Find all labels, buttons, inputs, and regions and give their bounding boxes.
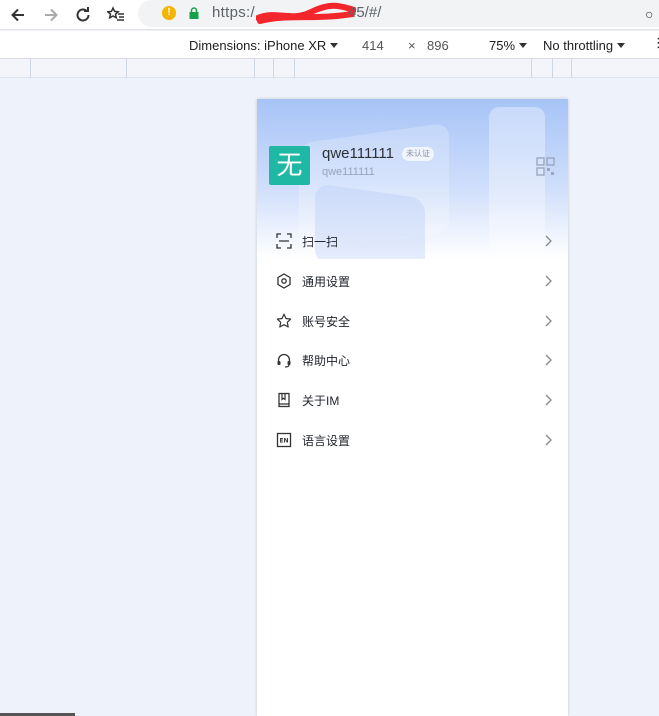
avatar[interactable]: 无 [269, 146, 310, 185]
arrow-right-icon [45, 8, 58, 22]
menu-item-about[interactable]: 关于IM [257, 381, 568, 421]
svg-text:EN: EN [279, 438, 288, 445]
star-icon [276, 313, 292, 328]
dropdown-arrow-icon [330, 43, 339, 48]
lock-icon [189, 7, 199, 19]
height-input[interactable]: 896 [427, 38, 449, 53]
username: qwe111111 [322, 145, 395, 162]
menu-item-label: 关于IM [302, 394, 340, 409]
menu-item-language[interactable]: EN 语言设置 [257, 421, 568, 461]
arrow-left-icon [11, 8, 24, 22]
settings-menu: 扫一扫 通用设置 账号安全 帮助中心 关于IM EN 语言设置 [257, 222, 568, 461]
device-select[interactable]: Dimensions: iPhone XR [189, 38, 339, 53]
headset-icon [277, 354, 291, 368]
dropdown-arrow-icon [617, 43, 626, 48]
menu-item-general-settings[interactable]: 通用设置 [257, 262, 568, 302]
chevron-right-icon [545, 315, 552, 327]
search-icon[interactable]: ○ [645, 6, 653, 22]
menu-item-label: 帮助中心 [302, 354, 351, 369]
url-prefix: https:/ [212, 4, 255, 21]
media-query-ruler [0, 59, 659, 78]
language-en-icon: EN [276, 432, 292, 448]
chevron-right-icon [545, 354, 552, 366]
redaction-scribble [256, 2, 356, 24]
forward-button[interactable] [38, 2, 64, 28]
browser-toolbar: ! https:/ 45/#/ ○ [0, 0, 659, 30]
reload-button[interactable] [70, 2, 96, 28]
zoom-select[interactable]: 75% [489, 38, 528, 53]
menu-item-label: 语言设置 [302, 433, 351, 448]
device-viewport: 无 qwe111111 未认证 qwe111111 扫一扫 通用设置 账号安全 … [257, 99, 568, 716]
reload-icon [76, 7, 90, 22]
device-toolbar: Dimensions: iPhone XR 414 × 896 75% No t… [0, 31, 659, 59]
times-sign: × [408, 38, 416, 53]
menu-item-label: 账号安全 [302, 314, 351, 329]
menu-item-scan[interactable]: 扫一扫 [257, 222, 568, 262]
bookmarks-button[interactable] [103, 2, 129, 28]
chevron-right-icon [545, 394, 552, 406]
chevron-right-icon [545, 275, 552, 287]
url-suffix: 45/#/ [348, 4, 382, 21]
back-button[interactable] [5, 2, 31, 28]
menu-item-account-security[interactable]: 账号安全 [257, 302, 568, 342]
status-badge: 未认证 [402, 147, 434, 161]
qr-code-icon[interactable] [536, 157, 555, 176]
account-id: qwe111111 [322, 166, 375, 178]
chevron-right-icon [545, 434, 552, 446]
settings-hex-icon [277, 273, 291, 289]
menu-item-help-center[interactable]: 帮助中心 [257, 341, 568, 381]
dropdown-arrow-icon [519, 43, 528, 48]
book-icon [278, 393, 290, 408]
menu-item-label: 扫一扫 [302, 235, 339, 249]
address-bar[interactable]: ! https:/ 45/#/ [138, 0, 659, 27]
more-icon[interactable]: ⋮ [652, 35, 659, 51]
star-list-icon [107, 6, 124, 21]
chevron-right-icon [545, 235, 552, 247]
width-input[interactable]: 414 [362, 38, 384, 53]
menu-item-label: 通用设置 [302, 274, 351, 289]
scan-icon [276, 233, 292, 249]
throttling-select[interactable]: No throttling [543, 38, 626, 53]
warning-icon: ! [162, 6, 176, 20]
